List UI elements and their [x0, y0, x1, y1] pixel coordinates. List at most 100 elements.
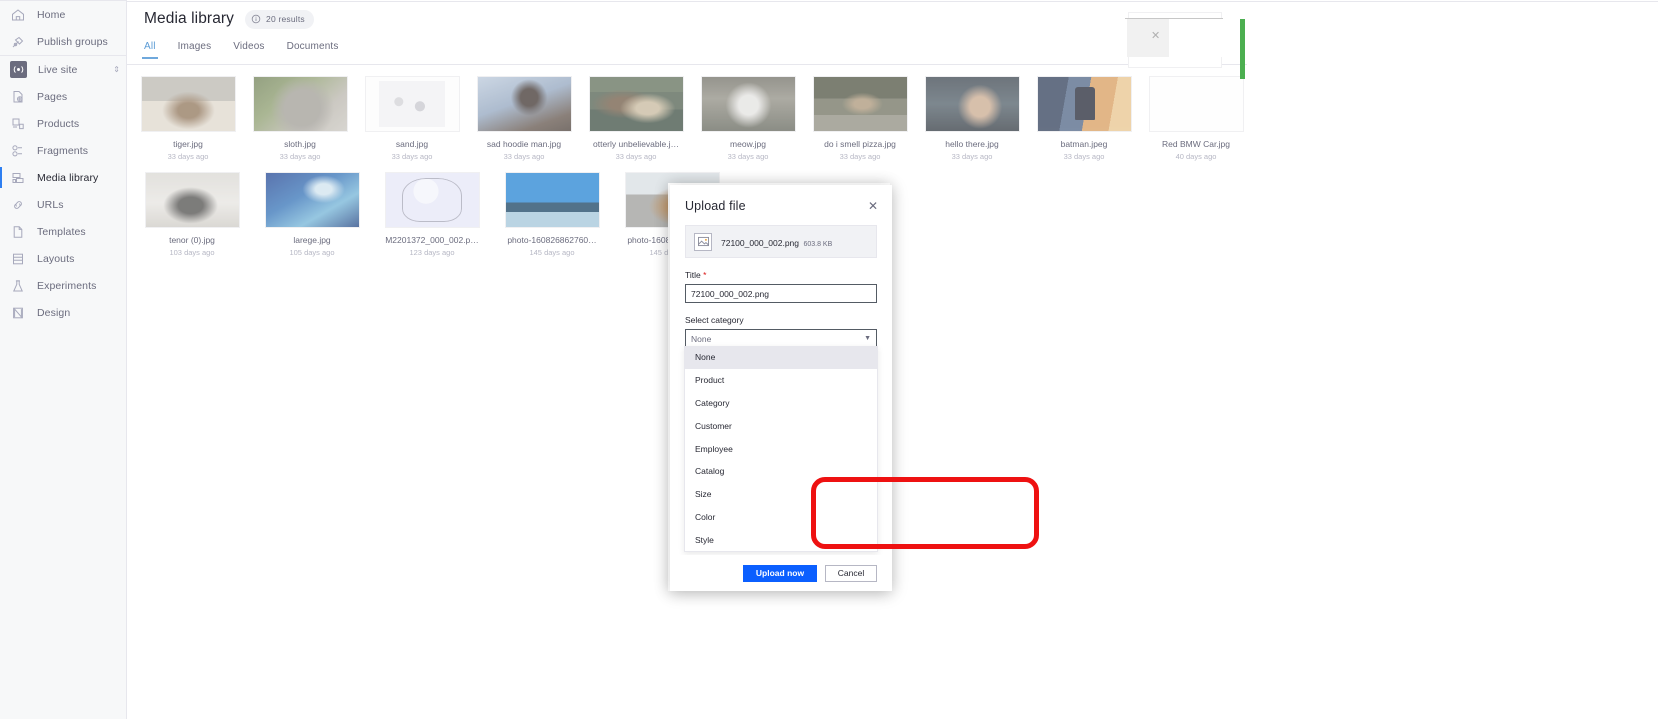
title-input-value: 72100_000_002.png	[691, 288, 769, 299]
overlay-divider	[1125, 18, 1223, 19]
title-field-label: Title *	[685, 270, 877, 280]
page-title: Media library	[144, 10, 235, 27]
upload-now-button[interactable]: Upload now	[743, 564, 817, 582]
media-file-name: sand.jpg	[395, 139, 429, 149]
media-file-name: tiger.jpg	[173, 139, 203, 149]
media-card[interactable]: tiger.jpg 33 days ago	[137, 65, 239, 161]
dropdown-option-none[interactable]: None	[685, 346, 877, 369]
sidebar-item-templates[interactable]: Templates	[0, 218, 126, 245]
sidebar: Home Publish groups Live site ⇕ Pages Pr…	[0, 0, 127, 719]
media-file-date: 33 days ago	[1063, 152, 1105, 161]
scrollbar-indicator[interactable]	[1240, 19, 1245, 79]
media-card[interactable]: do i smell pizza.jpg 33 days ago	[809, 65, 911, 161]
close-icon[interactable]: ✕	[1151, 31, 1160, 42]
title-input[interactable]: 72100_000_002.png	[685, 284, 877, 303]
live-site-icon	[10, 61, 27, 78]
products-icon	[10, 116, 26, 132]
sidebar-item-design[interactable]: Design	[0, 299, 126, 326]
sidebar-item-label: Home	[37, 8, 66, 21]
thumbnail-image	[141, 77, 235, 131]
tab-documents[interactable]: Documents	[287, 38, 339, 59]
media-file-date: 123 days ago	[409, 248, 455, 257]
media-card[interactable]: photo-160826862760… 145 days ago	[497, 161, 607, 257]
app-window: Home Publish groups Live site ⇕ Pages Pr…	[0, 0, 1658, 719]
sidebar-item-home[interactable]: Home	[0, 1, 126, 28]
modal-body: 72100_000_002.png 603.8 KB Title * 72100…	[670, 213, 892, 348]
chevron-updown-icon[interactable]: ⇕	[113, 65, 120, 74]
modal-title: Upload file	[685, 199, 746, 213]
sidebar-item-label: Templates	[37, 225, 86, 238]
thumbnail-image	[1037, 77, 1131, 131]
dropdown-option-category[interactable]: Category	[685, 392, 877, 415]
media-card[interactable]: sand.jpg 33 days ago	[361, 65, 463, 161]
media-file-name: Red BMW Car.jpg	[1161, 139, 1231, 149]
media-library-icon	[10, 170, 26, 186]
sidebar-item-urls[interactable]: URLs	[0, 191, 126, 218]
media-file-date: 105 days ago	[289, 248, 335, 257]
thumbnail-frame	[504, 172, 600, 228]
dropdown-option-size[interactable]: Size	[685, 483, 877, 506]
results-badge: 20 results	[245, 9, 314, 29]
media-file-name: batman.jpeg	[1060, 139, 1108, 149]
thumbnail-image	[477, 77, 571, 131]
thumbnail-image	[1149, 77, 1243, 131]
media-card[interactable]: M2201372_000_002.p… 123 days ago	[377, 161, 487, 257]
sidebar-item-label: Experiments	[37, 279, 97, 292]
category-dropdown-list: None Product Category Customer Employee …	[684, 346, 878, 553]
templates-icon	[10, 224, 26, 240]
thumbnail-frame	[476, 76, 572, 132]
sidebar-item-experiments[interactable]: Experiments	[0, 272, 126, 299]
media-file-date: 33 days ago	[615, 152, 657, 161]
sidebar-item-products[interactable]: Products	[0, 110, 126, 137]
sidebar-item-label: Design	[37, 306, 71, 319]
tab-videos[interactable]: Videos	[233, 38, 264, 59]
media-card[interactable]: batman.jpeg 33 days ago	[1033, 65, 1135, 161]
sidebar-item-media-library[interactable]: Media library	[0, 164, 126, 191]
category-field-label: Select category	[685, 315, 744, 325]
media-file-name: tenor (0).jpg	[169, 235, 215, 245]
sidebar-item-publish-groups[interactable]: Publish groups	[0, 28, 126, 55]
media-file-date: 103 days ago	[169, 248, 215, 257]
media-file-date: 33 days ago	[503, 152, 545, 161]
media-card[interactable]: Red BMW Car.jpg 40 days ago	[1145, 65, 1247, 161]
media-file-date: 33 days ago	[727, 152, 769, 161]
media-card[interactable]: larege.jpg 105 days ago	[257, 161, 367, 257]
tab-all[interactable]: All	[142, 38, 158, 59]
overlay-panel-right	[1169, 19, 1223, 57]
thumbnail-frame	[700, 76, 796, 132]
chevron-down-icon[interactable]: ▼	[864, 335, 871, 342]
title-label-text: Title	[685, 270, 701, 280]
sidebar-item-layouts[interactable]: Layouts	[0, 245, 126, 272]
media-card[interactable]: tenor (0).jpg 103 days ago	[137, 161, 247, 257]
media-card[interactable]: sad hoodie man.jpg 33 days ago	[473, 65, 575, 161]
media-file-name: M2201372_000_002.p…	[385, 235, 479, 245]
sidebar-item-pages[interactable]: Pages	[0, 83, 126, 110]
media-file-name: otterly unbelievable.j…	[593, 139, 679, 149]
thumbnail-image	[505, 173, 599, 227]
media-card[interactable]: meow.jpg 33 days ago	[697, 65, 799, 161]
dropdown-option-style[interactable]: Style	[685, 528, 877, 551]
thumbnail-frame	[264, 172, 360, 228]
dropdown-option-product[interactable]: Product	[685, 369, 877, 392]
dropdown-option-employee[interactable]: Employee	[685, 437, 877, 460]
media-file-date: 33 days ago	[279, 152, 321, 161]
dropdown-option-color[interactable]: Color	[685, 506, 877, 529]
media-card[interactable]: otterly unbelievable.j… 33 days ago	[585, 65, 687, 161]
tab-images[interactable]: Images	[178, 38, 212, 59]
cancel-button[interactable]: Cancel	[825, 564, 877, 582]
media-card[interactable]: sloth.jpg 33 days ago	[249, 65, 351, 161]
content-topbar	[127, 0, 1658, 2]
sidebar-item-fragments[interactable]: Fragments	[0, 137, 126, 164]
media-card[interactable]: hello there.jpg 33 days ago	[921, 65, 1023, 161]
dropdown-option-customer[interactable]: Customer	[685, 414, 877, 437]
media-file-name: photo-160826862760…	[507, 235, 597, 245]
media-grid-row: tiger.jpg 33 days ago sloth.jpg 33 days …	[127, 65, 1247, 161]
sidebar-item-label: Fragments	[37, 144, 89, 157]
filter-tabs: All Images Videos Documents	[127, 38, 1247, 63]
sidebar-item-label: Media library	[37, 171, 99, 184]
sidebar-item-live-site[interactable]: Live site ⇕	[0, 56, 126, 83]
close-icon[interactable]: ✕	[866, 199, 880, 213]
thumbnail-frame	[588, 76, 684, 132]
layouts-icon	[10, 251, 26, 267]
dropdown-option-catalog[interactable]: Catalog	[685, 460, 877, 483]
